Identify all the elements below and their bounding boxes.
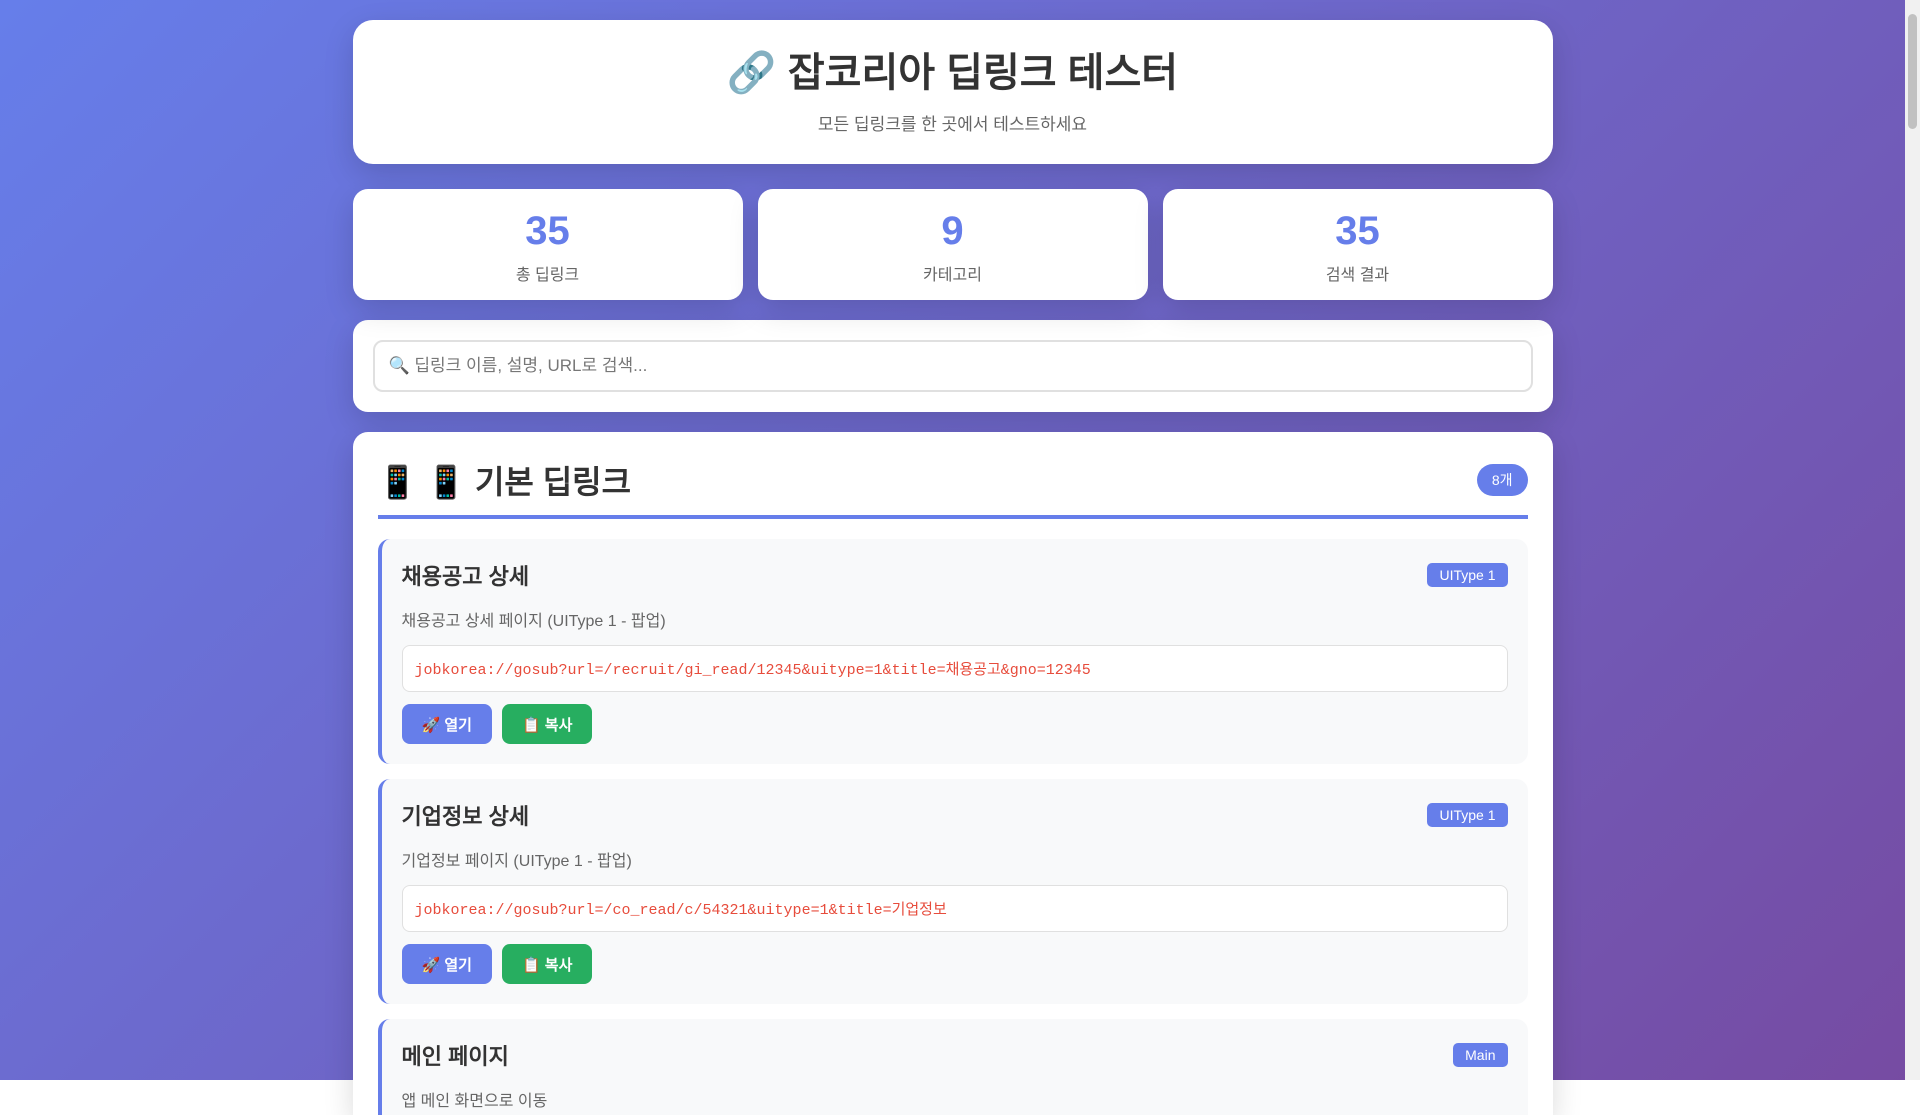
stat-value: 35	[525, 209, 570, 253]
copy-button[interactable]: 📋 복사	[501, 704, 593, 744]
page: 🔗 잡코리아 딥링크 테스터 모든 딥링크를 한 곳에서 테스트하세요 35 총 …	[0, 0, 1905, 1115]
count-badge: 8개	[1476, 464, 1528, 496]
type-badge: UIType 1	[1427, 803, 1508, 827]
search-card	[352, 320, 1553, 412]
scrollbar-thumb[interactable]	[1908, 14, 1917, 129]
stat-value: 9	[941, 209, 964, 253]
list-item: 기업정보 상세 UIType 1 기업정보 페이지 (UIType 1 - 팝업)…	[377, 779, 1528, 1004]
item-title: 채용공고 상세	[401, 564, 530, 589]
section-title: 📱 📱 기본 딥링크	[377, 464, 632, 500]
stat-results: 35 검색 결과	[1162, 189, 1553, 300]
deeplink-url: jobkorea://gosub?url=/co_read/c/54321&ui…	[401, 885, 1508, 932]
open-button[interactable]: 🚀 열기	[401, 944, 492, 984]
type-badge: Main	[1453, 1043, 1508, 1067]
section-header: 📱 📱 기본 딥링크 8개	[377, 457, 1528, 519]
stats: 35 총 딥링크 9 카테고리 35 검색 결과	[352, 189, 1553, 300]
stat-categories: 9 카테고리	[757, 189, 1148, 300]
copy-button[interactable]: 📋 복사	[501, 944, 593, 984]
item-description: 앱 메인 화면으로 이동	[401, 1093, 548, 1110]
open-button[interactable]: 🚀 열기	[401, 704, 492, 744]
link-icon: 🔗	[726, 51, 777, 95]
header-card: 🔗 잡코리아 딥링크 테스터 모든 딥링크를 한 곳에서 테스트하세요	[352, 20, 1553, 164]
stat-label: 총 딥링크	[515, 267, 580, 284]
container: 🔗 잡코리아 딥링크 테스터 모든 딥링크를 한 곳에서 테스트하세요 35 총 …	[352, 20, 1553, 1115]
item-title: 메인 페이지	[401, 1044, 509, 1069]
list-item: 메인 페이지 Main 앱 메인 화면으로 이동	[377, 1019, 1528, 1115]
type-badge: UIType 1	[1427, 563, 1508, 587]
list-item: 채용공고 상세 UIType 1 채용공고 상세 페이지 (UIType 1 - …	[377, 539, 1528, 764]
stat-label: 검색 결과	[1325, 267, 1390, 284]
stat-value: 35	[1335, 209, 1380, 253]
deeplink-url: jobkorea://gosub?url=/recruit/gi_read/12…	[401, 645, 1508, 692]
stat-total: 35 총 딥링크	[352, 189, 743, 300]
scrollbar[interactable]	[1905, 0, 1920, 1080]
category-section: 📱 📱 기본 딥링크 8개 채용공고 상세 UIType 1 채용공고 상세 페이…	[352, 432, 1553, 1115]
subtitle: 모든 딥링크를 한 곳에서 테스트하세요	[817, 115, 1088, 134]
item-title: 기업정보 상세	[401, 804, 530, 829]
item-description: 기업정보 페이지 (UIType 1 - 팝업)	[401, 853, 632, 870]
item-description: 채용공고 상세 페이지 (UIType 1 - 팝업)	[401, 613, 666, 630]
page-title: 🔗 잡코리아 딥링크 테스터	[353, 48, 1553, 98]
search-input[interactable]	[372, 340, 1533, 392]
stat-label: 카테고리	[923, 267, 982, 284]
title-text: 잡코리아 딥링크 테스터	[787, 51, 1179, 95]
